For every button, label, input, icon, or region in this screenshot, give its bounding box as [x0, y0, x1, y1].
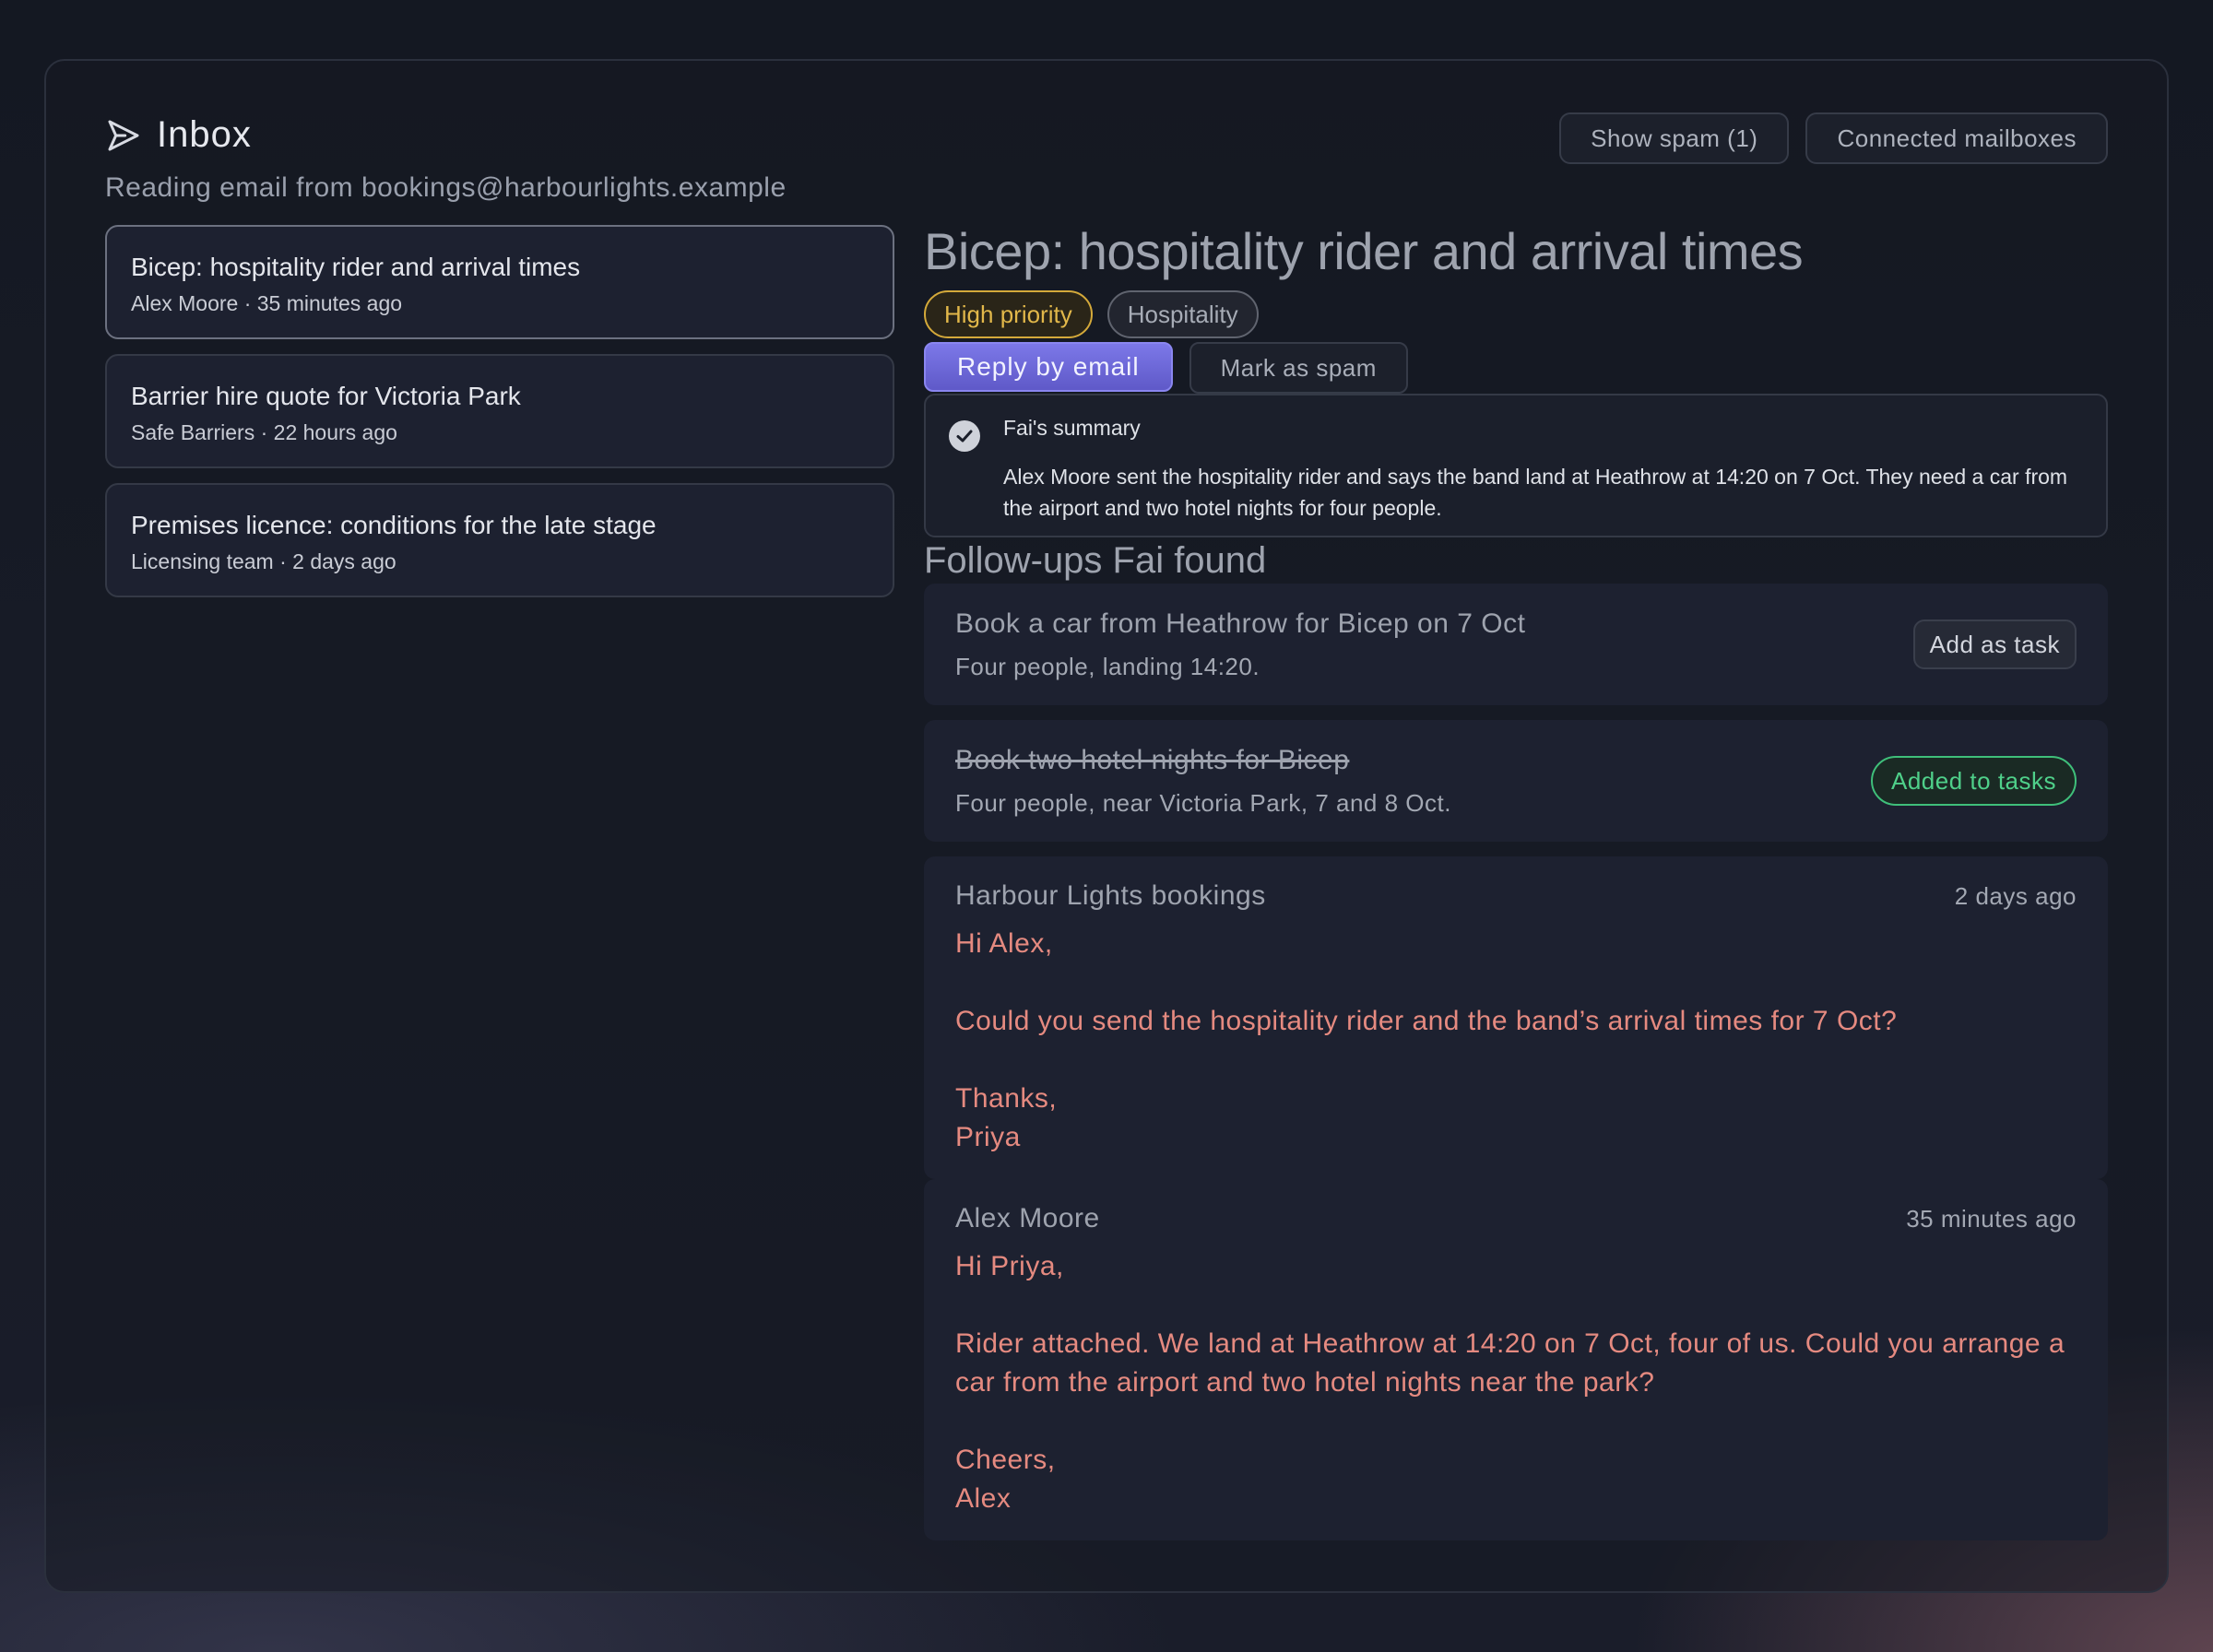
message-body: Hi Alex, Could you send the hospitality … — [955, 928, 1898, 1152]
thread-list: Bicep: hospitality rider and arrival tim… — [105, 225, 894, 612]
thread-item[interactable]: Barrier hire quote for Victoria Park Saf… — [105, 354, 894, 468]
title-row: Inbox — [105, 114, 787, 156]
mark-as-spam-button[interactable]: Mark as spam — [1189, 342, 1408, 394]
email-message: Harbour Lights bookings 2 days ago Hi Al… — [924, 856, 2108, 1179]
message-timestamp: 2 days ago — [1954, 882, 2077, 910]
send-icon — [108, 120, 139, 150]
thread-subject: Premises licence: conditions for the lat… — [131, 511, 657, 539]
email-detail: Bicep: hospitality rider and arrival tim… — [924, 221, 2108, 1540]
thread-meta: Licensing team · 2 days ago — [131, 549, 396, 573]
followup-item: Book a car from Heathrow for Bicep on 7 … — [924, 584, 2108, 705]
thread-item[interactable]: Premises licence: conditions for the lat… — [105, 483, 894, 597]
message-sender: Harbour Lights bookings — [955, 880, 1266, 911]
connected-mailboxes-button[interactable]: Connected mailboxes — [1805, 112, 2108, 164]
show-spam-button[interactable]: Show spam (1) — [1559, 112, 1790, 164]
ai-summary: Fai's summary Alex Moore sent the hospit… — [924, 394, 2108, 537]
tag-row: High priority Hospitality — [924, 290, 2108, 338]
page-header: Inbox Reading email from bookings@harbou… — [105, 114, 787, 204]
message-header: Alex Moore 35 minutes ago — [955, 1203, 2077, 1234]
followup-item: Book two hotel nights for Bicep Four peo… — [924, 720, 2108, 842]
message-sender: Alex Moore — [955, 1203, 1100, 1233]
thread-subject: Bicep: hospitality rider and arrival tim… — [131, 253, 581, 281]
top-actions: Show spam (1) Connected mailboxes — [1559, 112, 2108, 164]
thread-meta: Alex Moore · 35 minutes ago — [131, 291, 403, 315]
check-circle-icon — [949, 420, 980, 452]
priority-tag: High priority — [924, 290, 1093, 338]
followup-text: Book a car from Heathrow for Bicep on 7 … — [955, 608, 1525, 681]
followup-desc: Four people, landing 14:20. — [955, 652, 1260, 680]
email-message: Alex Moore 35 minutes ago Hi Priya, Ride… — [924, 1179, 2108, 1540]
email-actions: Reply by email Mark as spam — [924, 342, 2108, 394]
page-title: Inbox — [157, 114, 252, 155]
thread-item[interactable]: Bicep: hospitality rider and arrival tim… — [105, 225, 894, 339]
thread-subject: Barrier hire quote for Victoria Park — [131, 382, 521, 410]
category-tag: Hospitality — [1106, 290, 1259, 338]
summary-content: Fai's summary Alex Moore sent the hospit… — [1003, 416, 2080, 520]
summary-text: Alex Moore sent the hospitality rider an… — [1003, 465, 2068, 520]
mailbox-subtitle: Reading email from bookings@harbourlight… — [105, 172, 787, 203]
followup-text: Book two hotel nights for Bicep Four peo… — [955, 745, 1451, 818]
add-as-task-button[interactable]: Add as task — [1912, 620, 2077, 669]
followup-title: Book a car from Heathrow for Bicep on 7 … — [955, 608, 1526, 639]
thread-meta: Safe Barriers · 22 hours ago — [131, 420, 397, 444]
reply-by-email-button[interactable]: Reply by email — [924, 342, 1173, 392]
followups-heading: Follow-ups Fai found — [924, 540, 1267, 581]
message-header: Harbour Lights bookings 2 days ago — [955, 880, 2077, 912]
followup-title: Book two hotel nights for Bicep — [955, 744, 1350, 775]
added-to-tasks-badge: Added to tasks — [1871, 756, 2077, 806]
summary-label: Fai's summary — [1003, 416, 1141, 440]
followup-desc: Four people, near Victoria Park, 7 and 8… — [955, 788, 1451, 817]
email-title: Bicep: hospitality rider and arrival tim… — [924, 222, 1804, 280]
message-body: Hi Priya, Rider attached. We land at Hea… — [955, 1251, 2065, 1514]
message-timestamp: 35 minutes ago — [1906, 1205, 2077, 1233]
